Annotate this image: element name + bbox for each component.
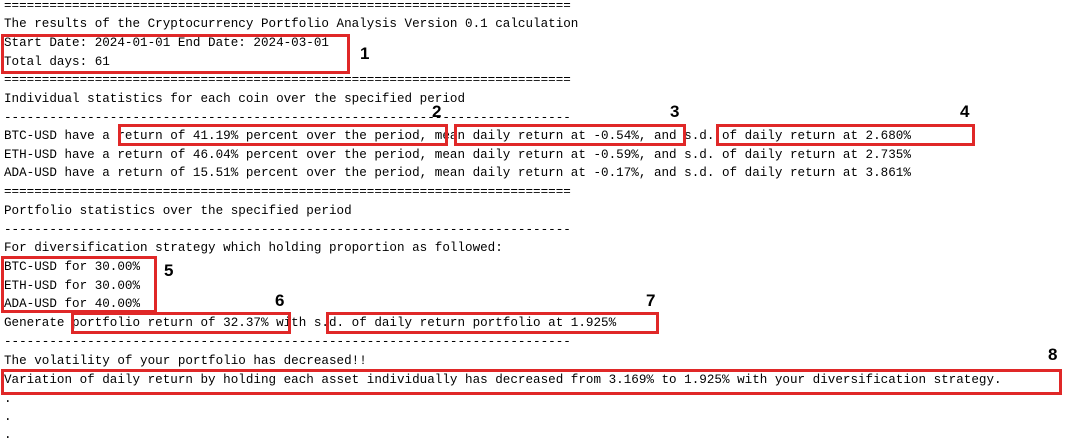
annotation-box-3: [454, 124, 686, 146]
volatility-note-line: The volatility of your portfolio has dec…: [4, 354, 367, 368]
annotation-box-6: [71, 312, 291, 334]
separator: ----------------------------------------…: [4, 223, 571, 237]
strategy-intro-line: For diversification strategy which holdi…: [4, 241, 503, 255]
ellipsis-dot: .: [4, 410, 12, 424]
ellipsis-dot: .: [4, 428, 12, 442]
annotation-label-8: 8: [1048, 345, 1058, 364]
annotation-box-1: [1, 34, 350, 74]
annotation-box-4: [716, 124, 975, 146]
annotation-box-7: [326, 312, 659, 334]
annotation-label-1: 1: [360, 44, 370, 63]
separator: ========================================…: [4, 0, 571, 13]
annotation-box-2: [118, 124, 448, 146]
annotation-label-7: 7: [646, 291, 656, 310]
annotation-label-5: 5: [164, 261, 174, 280]
annotation-label-2: 2: [432, 102, 442, 121]
separator: ========================================…: [4, 185, 571, 199]
portfolio-stats-heading: Portfolio statistics over the specified …: [4, 204, 352, 218]
individual-stats-heading: Individual statistics for each coin over…: [4, 92, 466, 106]
report-title: The results of the Cryptocurrency Portfo…: [4, 17, 579, 31]
annotation-label-3: 3: [670, 102, 680, 121]
separator: ----------------------------------------…: [4, 335, 571, 349]
ada-stats-line: ADA-USD have a return of 15.51% percent …: [4, 166, 911, 180]
eth-stats-line: ETH-USD have a return of 46.04% percent …: [4, 148, 911, 162]
annotation-label-4: 4: [960, 102, 970, 121]
annotation-label-6: 6: [275, 291, 285, 310]
annotation-box-5: [1, 256, 157, 313]
annotation-box-8: [1, 369, 1062, 395]
